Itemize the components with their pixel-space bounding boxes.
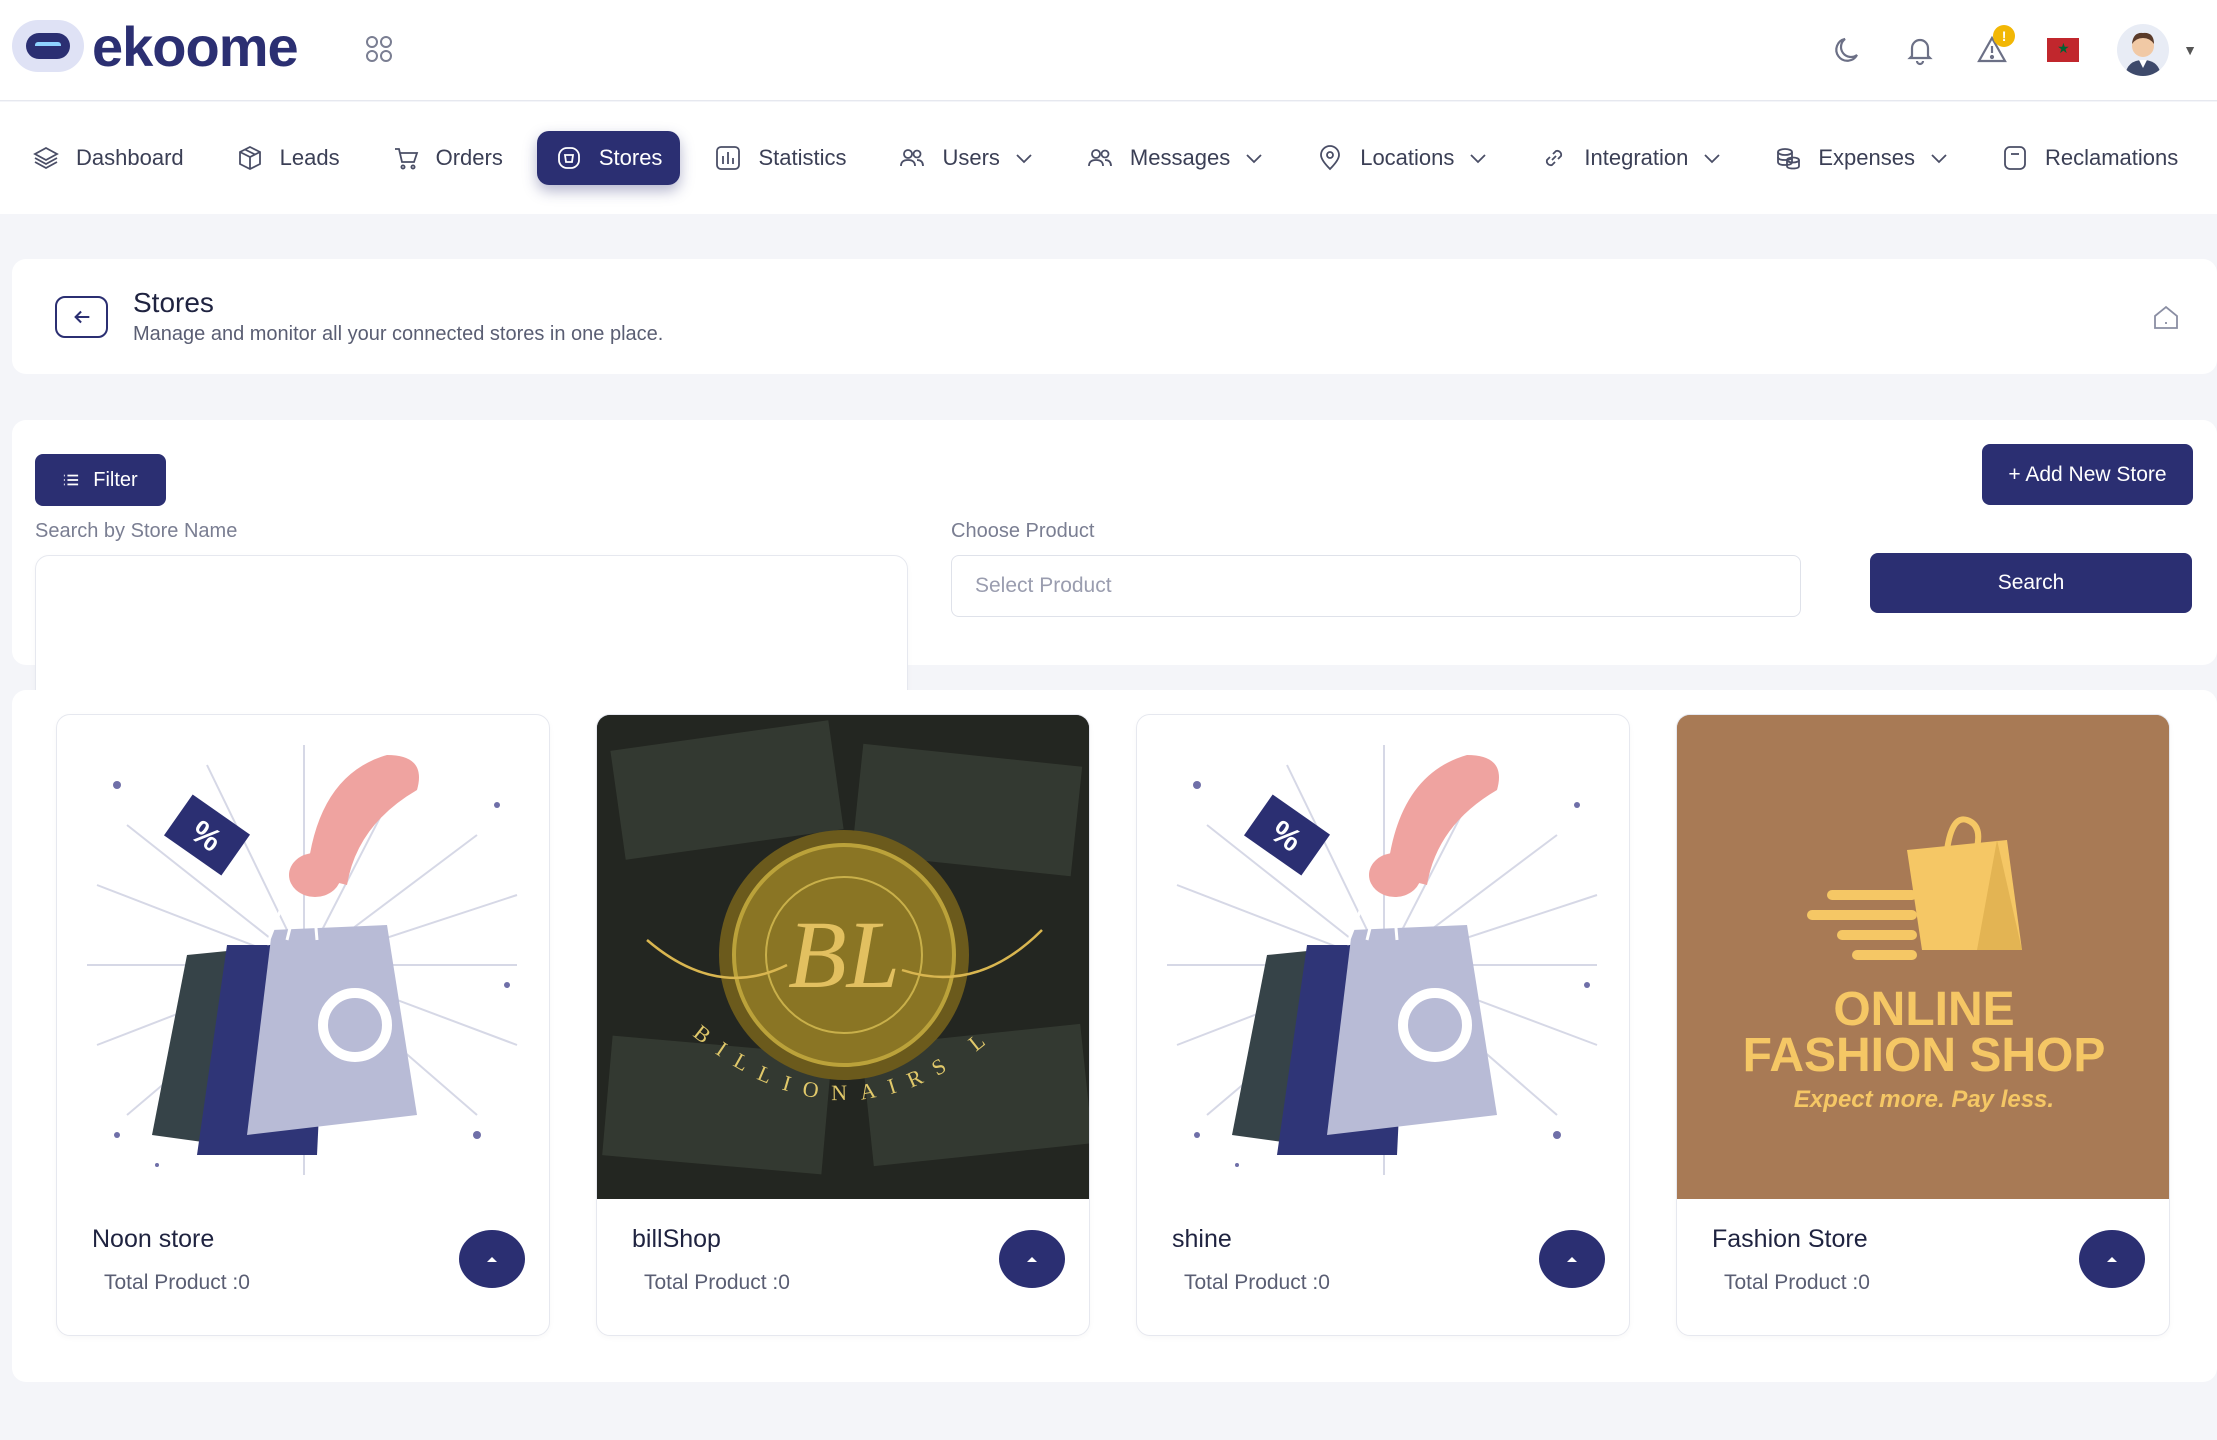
list-icon [64,474,79,486]
nav-dashboard[interactable]: Dashboard [14,131,202,185]
expand-button[interactable] [1539,1230,1605,1288]
flag-morocco-icon[interactable] [2047,38,2080,62]
add-store-button[interactable]: + Add New Store [1982,444,2193,505]
page-header: Stores Manage and monitor all your conne… [12,259,2217,374]
nav-locations[interactable]: Locations [1298,131,1506,185]
store-product-count: Total Product :0 [1184,1271,1330,1294]
brand-name: ekoome [92,14,299,78]
back-button[interactable] [55,296,108,338]
store-product-count: Total Product :0 [104,1271,250,1294]
chevron-down-icon [1016,154,1032,164]
filter-panel: Filter + Add New Store Search by Store N… [12,420,2217,1177]
page-subtitle: Manage and monitor all your connected st… [133,323,664,345]
home-icon[interactable] [2151,303,2181,333]
store-image-bitcoin-logo: BL BILLIONAIRS LIFE [597,715,1089,1199]
store-image-fashion-logo: ONLINE FASHION SHOP Expect more. Pay les… [1677,715,2169,1199]
nav-leads[interactable]: Leads [218,131,358,185]
header-actions: ! ▼ [1831,20,2197,80]
nav-orders[interactable]: Orders [374,131,521,185]
fashion-tagline: Expect more. Pay less. [1794,1086,2054,1113]
nav-reclamations[interactable]: Reclamations [1983,131,2196,185]
alert-icon[interactable]: ! [1975,25,2016,67]
layers-icon [33,146,59,170]
caret-up-icon [1567,1257,1577,1262]
chevron-down-icon [1931,154,1947,164]
product-label: Choose Product [951,520,1095,542]
page-title: Stores [133,287,214,318]
pin-icon [1320,145,1341,171]
reclamation-icon [2004,146,2026,170]
caret-up-icon [1027,1257,1037,1262]
robot-logo-icon [12,20,84,72]
store-icon [557,147,580,169]
store-product-count: Total Product :0 [644,1271,790,1294]
brand-logo[interactable]: ekoome [12,14,299,78]
store-name: shine [1172,1225,1232,1253]
chevron-down-icon: ▼ [2183,42,2197,58]
nav-statistics[interactable]: Statistics [696,131,864,185]
bell-icon[interactable] [1903,33,1937,67]
arrow-left-icon [73,310,89,324]
chevron-down-icon [1246,154,1262,164]
messages-icon [1088,149,1112,167]
expand-button[interactable] [2079,1230,2145,1288]
store-card[interactable]: ONLINE FASHION SHOP Expect more. Pay les… [1676,714,2170,1336]
fashion-line2: FASHION SHOP [1743,1029,2106,1082]
coins-icon [1777,148,1801,170]
nav-stores[interactable]: Stores [536,131,681,185]
store-name: billShop [632,1225,721,1253]
alert-badge: ! [1993,25,2016,47]
store-product-count: Total Product :0 [1724,1271,1870,1294]
expand-button[interactable] [459,1230,525,1288]
chevron-down-icon [1704,154,1720,164]
avatar [2117,24,2170,76]
nav-expenses[interactable]: Expenses [1756,131,1967,185]
store-card[interactable]: % Noon store Total Product :0 [56,714,550,1336]
chevron-down-icon [1470,154,1487,164]
store-name: Fashion Store [1712,1225,1868,1253]
link-icon [1546,149,1563,167]
users-icon [900,149,925,167]
cart-icon [394,148,418,170]
store-name: Noon store [92,1225,215,1253]
store-name-label: Search by Store Name [35,520,238,542]
search-button[interactable]: Search [1870,553,2192,613]
bl-monogram: BL [788,901,900,1008]
stores-grid: % Noon store Total Product :0 BL BILLION… [12,690,2217,1382]
top-header: ekoome ! ▼ [0,0,2217,101]
nav-messages[interactable]: Messages [1068,131,1282,185]
store-card[interactable]: BL BILLIONAIRS LIFE billShop Total Produ… [596,714,1090,1336]
product-select[interactable]: Select Product [951,555,1801,617]
store-image-shopping-bags: % [1137,715,1629,1199]
user-menu[interactable]: ▼ [2117,24,2197,76]
box-icon [238,145,261,171]
grid-icon[interactable] [364,34,394,64]
main-nav: Dashboard Leads Orders Stores Statistics… [0,102,2217,214]
chart-icon [716,146,741,170]
caret-up-icon [487,1257,497,1262]
moon-icon[interactable] [1831,33,1865,67]
store-image-shopping-bags: % [57,715,549,1199]
nav-integration[interactable]: Integration [1522,131,1740,185]
nav-users[interactable]: Users [880,131,1051,185]
store-card[interactable]: % shine Total Product :0 [1136,714,1630,1336]
expand-button[interactable] [999,1230,1065,1288]
filter-button[interactable]: Filter [35,454,166,506]
caret-up-icon [2107,1257,2117,1262]
